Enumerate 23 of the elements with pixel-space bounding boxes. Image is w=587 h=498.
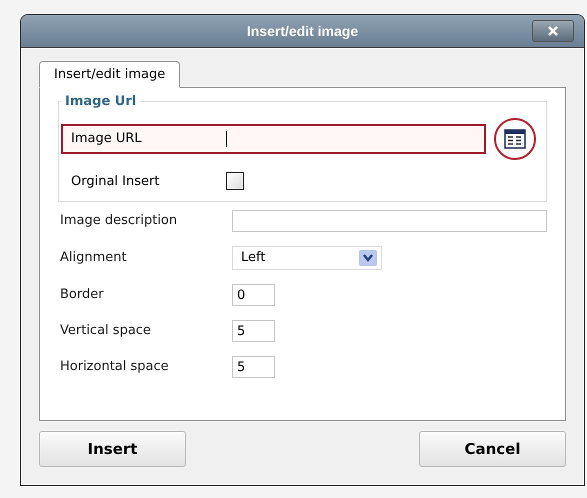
group-legend: Image Url bbox=[61, 92, 140, 112]
browse-button[interactable] bbox=[494, 118, 536, 160]
chevron-down-icon bbox=[359, 250, 377, 266]
tab[interactable]: Insert/edit image bbox=[39, 61, 180, 88]
dropdown[interactable]: Left bbox=[232, 246, 382, 270]
dialog-button[interactable]: Insert bbox=[39, 431, 186, 467]
text-field[interactable]: 5 bbox=[232, 320, 275, 342]
close-icon bbox=[547, 25, 559, 37]
close-button[interactable] bbox=[532, 20, 574, 42]
text-field[interactable]: 5 bbox=[232, 356, 275, 378]
field-label: Vertical space bbox=[60, 322, 152, 340]
field-label: Alignment bbox=[60, 249, 128, 268]
text-field[interactable] bbox=[232, 210, 547, 232]
dialog-button[interactable]: Cancel bbox=[419, 431, 566, 467]
field-label: Image description bbox=[60, 212, 178, 230]
url-field[interactable]: Image URL bbox=[61, 124, 486, 154]
text-field[interactable]: 0 bbox=[232, 284, 275, 306]
field-label: Orginal Insert bbox=[70, 172, 160, 190]
field-label: Border bbox=[60, 286, 105, 304]
window-title: Insert/edit image bbox=[246, 22, 358, 41]
list-window-icon bbox=[504, 128, 526, 148]
checkbox[interactable] bbox=[226, 172, 244, 190]
field-label: Horizontal space bbox=[60, 358, 170, 376]
